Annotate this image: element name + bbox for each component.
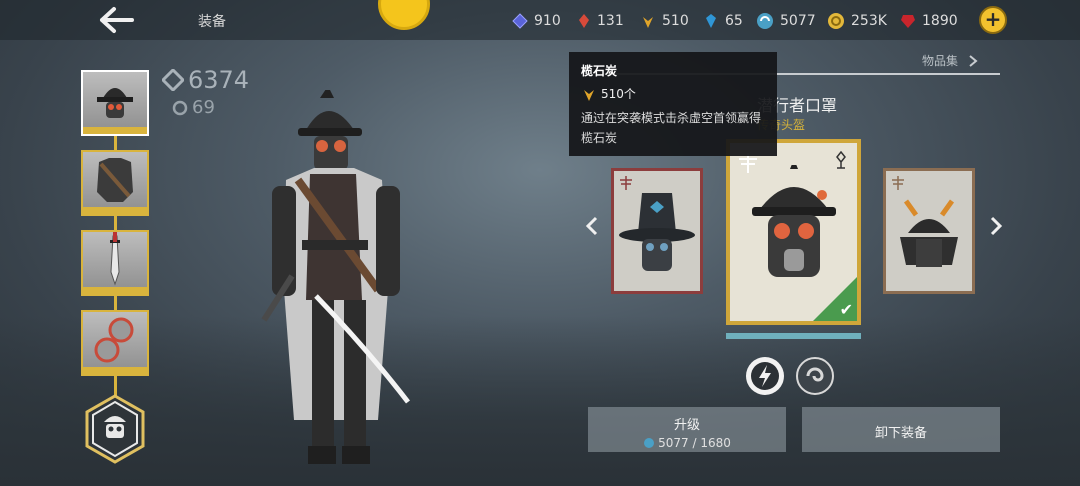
blue-crystal-icon: [512, 13, 528, 29]
unequip-label: 卸下装备: [874, 426, 927, 441]
resource-tooltip: 榄石炭 510个 通过在突袭模式击杀虚空首领赢得榄石炭: [569, 52, 777, 156]
resource-swirl-coin[interactable]: 5077: [756, 11, 816, 31]
level-rating: 69: [172, 97, 215, 118]
slot-weapon[interactable]: [81, 230, 149, 296]
fog-overlay: [0, 316, 1080, 486]
resource-cyan-crystal[interactable]: 65: [703, 11, 743, 31]
chevron-left-icon: [585, 216, 598, 236]
item-card-next[interactable]: [883, 168, 975, 294]
samurai-kabuto-icon: [900, 199, 958, 267]
next-item-button[interactable]: [988, 212, 1004, 245]
chevron-right-icon: [990, 216, 1003, 236]
swirl-skill-icon: [806, 367, 824, 382]
upgrade-cost-value: 5077 / 1680: [658, 436, 731, 450]
character-model: [261, 90, 410, 464]
resource-blue-crystal[interactable]: 910: [512, 11, 561, 31]
resource-value: 510: [662, 13, 689, 29]
upgrade-button[interactable]: 升级 5077 / 1680: [588, 407, 786, 452]
tooltip-description: 通过在突袭模式击杀虚空首领赢得榄石炭: [581, 111, 762, 145]
slot-armor[interactable]: [81, 150, 149, 216]
item-card-previous[interactable]: [611, 168, 703, 294]
armor-icon: [97, 158, 133, 202]
katana-icon: [110, 232, 120, 286]
skill-slot-lightning[interactable]: [746, 357, 784, 395]
page-title: 装备: [198, 14, 226, 30]
item-card-selected[interactable]: ✔: [726, 139, 861, 325]
collection-label: 物品集: [922, 54, 959, 68]
slot-chain: [114, 376, 117, 396]
slot-chain: [114, 216, 117, 230]
tooltip-title: 榄石炭: [581, 64, 618, 78]
slot-chain: [114, 136, 117, 150]
tooltip-quantity-value: 510个: [601, 87, 636, 101]
gold-crystal-icon: [643, 17, 653, 28]
resource-ruby[interactable]: 1890: [900, 11, 958, 31]
resource-value: 910: [534, 13, 561, 29]
helmet-icon: [97, 88, 133, 118]
wide-brim-hat-mask-icon: [619, 193, 695, 271]
power-rating: 6374: [162, 66, 249, 94]
masked-character-icon: [85, 394, 145, 464]
resource-value: 1890: [922, 13, 958, 29]
shuriken-discs-icon: [94, 317, 134, 363]
add-currency-button[interactable]: +: [979, 6, 1007, 34]
level-value: 69: [192, 97, 215, 118]
resource-gold-crystal[interactable]: 510: [640, 11, 689, 31]
power-value: 6374: [188, 66, 250, 94]
unequip-button[interactable]: 卸下装备: [802, 407, 1000, 452]
swirl-icon: [172, 100, 188, 115]
tooltip-quantity: 510个: [581, 85, 765, 102]
gold-crystal-icon: [584, 89, 594, 101]
resource-value: 65: [725, 13, 743, 29]
chevron-right-icon: [969, 54, 978, 67]
back-button[interactable]: [98, 5, 138, 35]
collection-tab[interactable]: 物品集: [922, 52, 980, 69]
character-profile-badge[interactable]: [84, 394, 146, 464]
resource-value: 253K: [851, 13, 887, 29]
slot-chain: [114, 296, 117, 310]
lightning-skill-icon: [751, 362, 779, 390]
resource-value: 5077: [780, 13, 816, 29]
prev-item-button[interactable]: [584, 212, 600, 245]
upgrade-progress-bar: [726, 333, 861, 339]
power-diamond-icon: [162, 69, 184, 91]
upgrade-cost: 5077 / 1680: [588, 436, 786, 450]
swirl-coin-icon: [644, 438, 655, 448]
upgrade-label: 升级: [673, 418, 700, 433]
slot-ranged[interactable]: [81, 310, 149, 376]
resource-gold-coin[interactable]: 253K: [827, 11, 887, 31]
resource-red-crystal[interactable]: 131: [577, 11, 624, 31]
slot-helmet[interactable]: [81, 70, 149, 136]
cyan-crystal-icon: [706, 14, 716, 28]
red-crystal-icon: [579, 14, 589, 28]
skill-slot-swirl[interactable]: [796, 357, 834, 395]
checkmark-icon: ✔: [839, 300, 853, 319]
arrow-left-icon: [100, 7, 134, 33]
swirl-coin-icon: [757, 13, 773, 29]
resource-value: 131: [597, 13, 624, 29]
ruby-icon: [901, 15, 915, 28]
gold-coin-icon: [828, 13, 844, 29]
